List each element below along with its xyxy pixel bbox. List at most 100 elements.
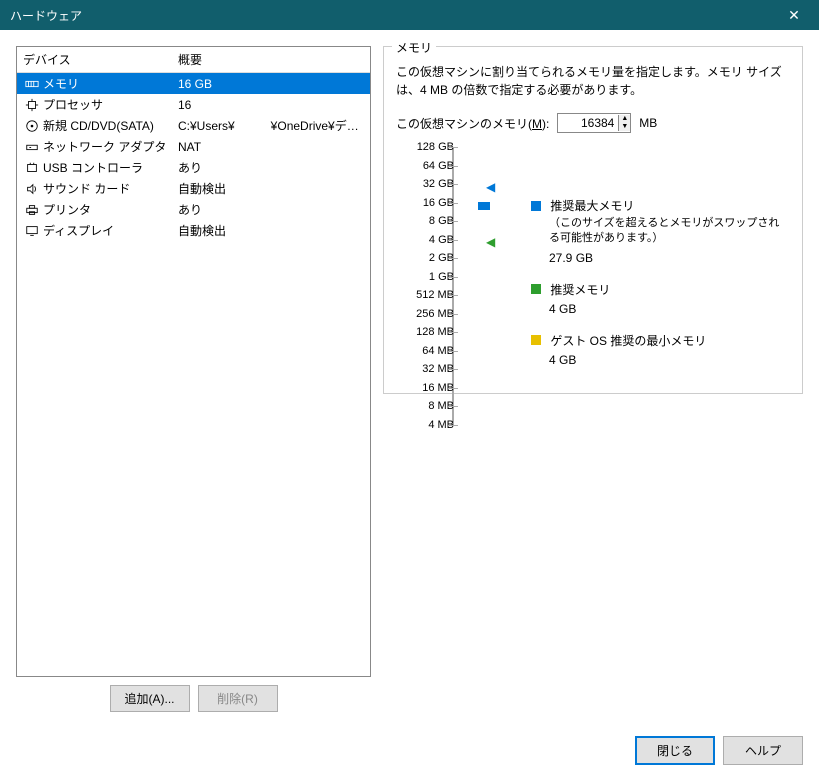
list-header: デバイス 概要 [17,47,370,73]
tick-label: 256 MB [404,308,454,320]
device-name: ディスプレイ [41,222,178,239]
device-summary: 16 GB [178,77,364,91]
device-row[interactable]: 新規 CD/DVD(SATA)C:¥Users¥ ¥OneDrive¥デス... [17,115,370,136]
printer-icon [23,203,41,217]
groupbox-title: メモリ [392,39,436,56]
device-name: サウンド カード [41,180,178,197]
memory-legend: 推奨最大メモリ （このサイズを超えるとメモリがスワップされる可能性があります。）… [531,147,790,383]
memory-input[interactable] [558,114,618,132]
remove-button: 削除(R) [198,685,278,712]
tick-mark [448,351,458,352]
device-summary: C:¥Users¥ ¥OneDrive¥デス... [178,117,364,134]
tick-mark [448,147,458,148]
memory-groupbox: メモリ この仮想マシンに割り当てられるメモリ量を指定します。メモリ サイズは、4… [383,46,803,394]
spinner-down-icon[interactable]: ▼ [619,123,630,131]
device-list: デバイス 概要 メモリ16 GBプロセッサ16新規 CD/DVD(SATA)C:… [16,46,371,677]
tick-mark [448,277,458,278]
tick-mark [448,388,458,389]
legend-rec-value: 4 GB [549,302,790,316]
legend-max-sub: （このサイズを超えるとメモリがスワップされる可能性があります。） [549,216,790,247]
tick-label: 128 GB [404,141,454,153]
main-content: デバイス 概要 メモリ16 GBプロセッサ16新規 CD/DVD(SATA)C:… [0,30,819,728]
device-row[interactable]: ネットワーク アダプタNAT [17,136,370,157]
column-header-device[interactable]: デバイス [17,47,172,72]
device-row[interactable]: サウンド カード自動検出 [17,178,370,199]
legend-min-value: 4 GB [549,353,790,367]
device-name: プリンタ [41,201,178,218]
spinner-up-icon[interactable]: ▲ [619,115,630,123]
device-summary: 自動検出 [178,222,364,239]
slider-markers: ◀ ◀ [486,147,511,383]
recommended-memory-marker-icon: ◀ [486,235,495,249]
tick-label: 8 MB [404,400,454,412]
legend-max-label: 推奨最大メモリ [550,199,634,213]
dialog-buttons: 閉じる ヘルプ [0,728,819,777]
left-panel: デバイス 概要 メモリ16 GBプロセッサ16新規 CD/DVD(SATA)C:… [16,46,371,712]
tick-mark [448,314,458,315]
device-name: プロセッサ [41,96,178,113]
cpu-icon [23,98,41,112]
memory-input-row: この仮想マシンのメモリ(M): ▲ ▼ MB [396,113,790,133]
legend-min: ゲスト OS 推奨の最小メモリ 4 GB [531,332,790,367]
tick-label: 32 MB [404,363,454,375]
device-row[interactable]: プロセッサ16 [17,94,370,115]
tick-label: 512 MB [404,289,454,301]
legend-rec-label: 推奨メモリ [550,283,610,297]
network-icon [23,140,41,154]
tick-label: 8 GB [404,215,454,227]
tick-label: 1 GB [404,271,454,283]
tick-mark [448,332,458,333]
device-summary: 16 [178,98,364,112]
device-row[interactable]: メモリ16 GB [17,73,370,94]
tick-label: 64 GB [404,160,454,172]
legend-max-color-icon [531,201,541,211]
spinner-arrows[interactable]: ▲ ▼ [618,115,630,131]
device-summary: あり [178,201,364,218]
memory-input-label: この仮想マシンのメモリ(M): [396,115,549,132]
tick-mark [448,166,458,167]
tick-label: 64 MB [404,345,454,357]
device-row[interactable]: USB コントローラあり [17,157,370,178]
tick-label: 32 GB [404,178,454,190]
tick-label: 16 MB [404,382,454,394]
window-title: ハードウェア [10,7,82,24]
list-buttons: 追加(A)... 削除(R) [16,685,371,712]
column-header-summary[interactable]: 概要 [172,47,370,72]
display-icon [23,224,41,238]
titlebar: ハードウェア ✕ [0,0,819,30]
memory-description: この仮想マシンに割り当てられるメモリ量を指定します。メモリ サイズは、4 MB … [396,63,790,99]
tick-mark [448,203,458,204]
tick-label: 128 MB [404,326,454,338]
legend-rec-color-icon [531,284,541,294]
max-memory-marker-icon: ◀ [486,180,495,194]
tick-label: 16 GB [404,197,454,209]
device-summary: NAT [178,140,364,154]
tick-mark [448,240,458,241]
memory-slider-area: 128 GB64 GB32 GB16 GB8 GB4 GB2 GB1 GB512… [396,147,790,383]
legend-min-color-icon [531,335,541,345]
tick-mark [448,425,458,426]
usb-icon [23,161,41,175]
tick-label: 4 MB [404,419,454,431]
tick-mark [448,295,458,296]
tick-mark [448,221,458,222]
slider-handle-icon[interactable] [478,202,490,210]
memory-unit: MB [639,116,657,130]
device-name: USB コントローラ [41,159,178,176]
device-name: ネットワーク アダプタ [41,138,178,155]
device-row[interactable]: プリンタあり [17,199,370,220]
tick-mark [448,369,458,370]
add-button[interactable]: 追加(A)... [110,685,190,712]
help-button[interactable]: ヘルプ [723,736,803,765]
close-button[interactable]: 閉じる [635,736,715,765]
device-summary: あり [178,159,364,176]
close-icon[interactable]: ✕ [779,7,809,24]
tick-label: 2 GB [404,252,454,264]
tick-mark [448,406,458,407]
disc-icon [23,119,41,133]
device-summary: 自動検出 [178,180,364,197]
device-name: 新規 CD/DVD(SATA) [41,117,178,134]
right-panel: メモリ この仮想マシンに割り当てられるメモリ量を指定します。メモリ サイズは、4… [383,46,803,712]
memory-spinner[interactable]: ▲ ▼ [557,113,631,133]
device-row[interactable]: ディスプレイ自動検出 [17,220,370,241]
